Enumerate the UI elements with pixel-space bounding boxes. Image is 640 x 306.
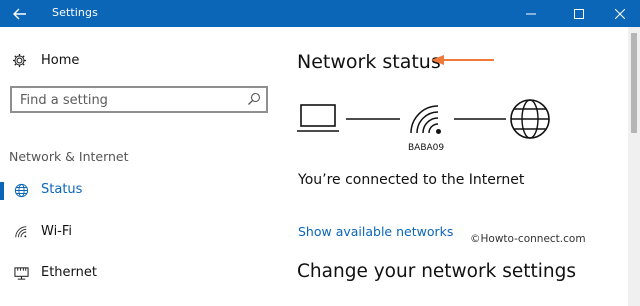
window-title: Settings: [52, 6, 98, 19]
title-bar: Settings: [0, 0, 640, 27]
active-indicator: [0, 182, 4, 200]
sidebar-item-label: Status: [41, 182, 83, 197]
change-settings-heading: Change your network settings: [297, 261, 576, 282]
sidebar-item-label: Ethernet: [41, 265, 97, 280]
search-input[interactable]: [20, 90, 245, 110]
minimize-icon: [526, 13, 536, 14]
wifi-icon: [15, 226, 27, 238]
maximize-button[interactable]: [556, 0, 602, 27]
page-title: Network status: [297, 51, 441, 73]
scrollbar[interactable]: [628, 27, 640, 306]
main-content: Network status BABA09 You’re connected t…: [280, 27, 628, 306]
wifi-signal-icon: [410, 105, 441, 134]
maximize-icon: [574, 8, 584, 19]
scrollbar-thumb[interactable]: [631, 33, 637, 133]
back-button[interactable]: [0, 0, 40, 27]
internet-globe-icon: [510, 99, 550, 139]
back-arrow-icon: [13, 8, 26, 19]
annotation-arrow-icon: [431, 55, 494, 65]
connection-status-text: You’re connected to the Internet: [298, 172, 525, 188]
sidebar-item-ethernet[interactable]: Ethernet: [0, 258, 270, 288]
close-button[interactable]: [597, 0, 640, 27]
home-nav-item[interactable]: Home: [12, 50, 79, 70]
show-available-networks-link[interactable]: Show available networks: [298, 224, 453, 239]
globe-icon: [14, 183, 28, 197]
search-box[interactable]: [10, 86, 268, 113]
laptop-icon: [297, 104, 339, 132]
network-name: BABA09: [408, 143, 445, 153]
minimize-button[interactable]: [508, 0, 554, 27]
gear-icon: [12, 53, 27, 67]
search-icon: [248, 92, 261, 105]
sidebar-item-status[interactable]: Status: [0, 175, 270, 205]
close-icon: [615, 8, 625, 19]
sidebar-item-wifi[interactable]: Wi-Fi: [0, 217, 270, 247]
home-label: Home: [41, 52, 80, 68]
network-diagram: [297, 99, 550, 139]
sidebar: Home Network & Internet Status: [0, 27, 280, 306]
sidebar-item-label: Wi-Fi: [41, 224, 73, 239]
watermark: ©Howto-connect.com: [470, 233, 586, 245]
ethernet-icon: [13, 266, 29, 280]
section-title: Network & Internet: [9, 149, 129, 164]
